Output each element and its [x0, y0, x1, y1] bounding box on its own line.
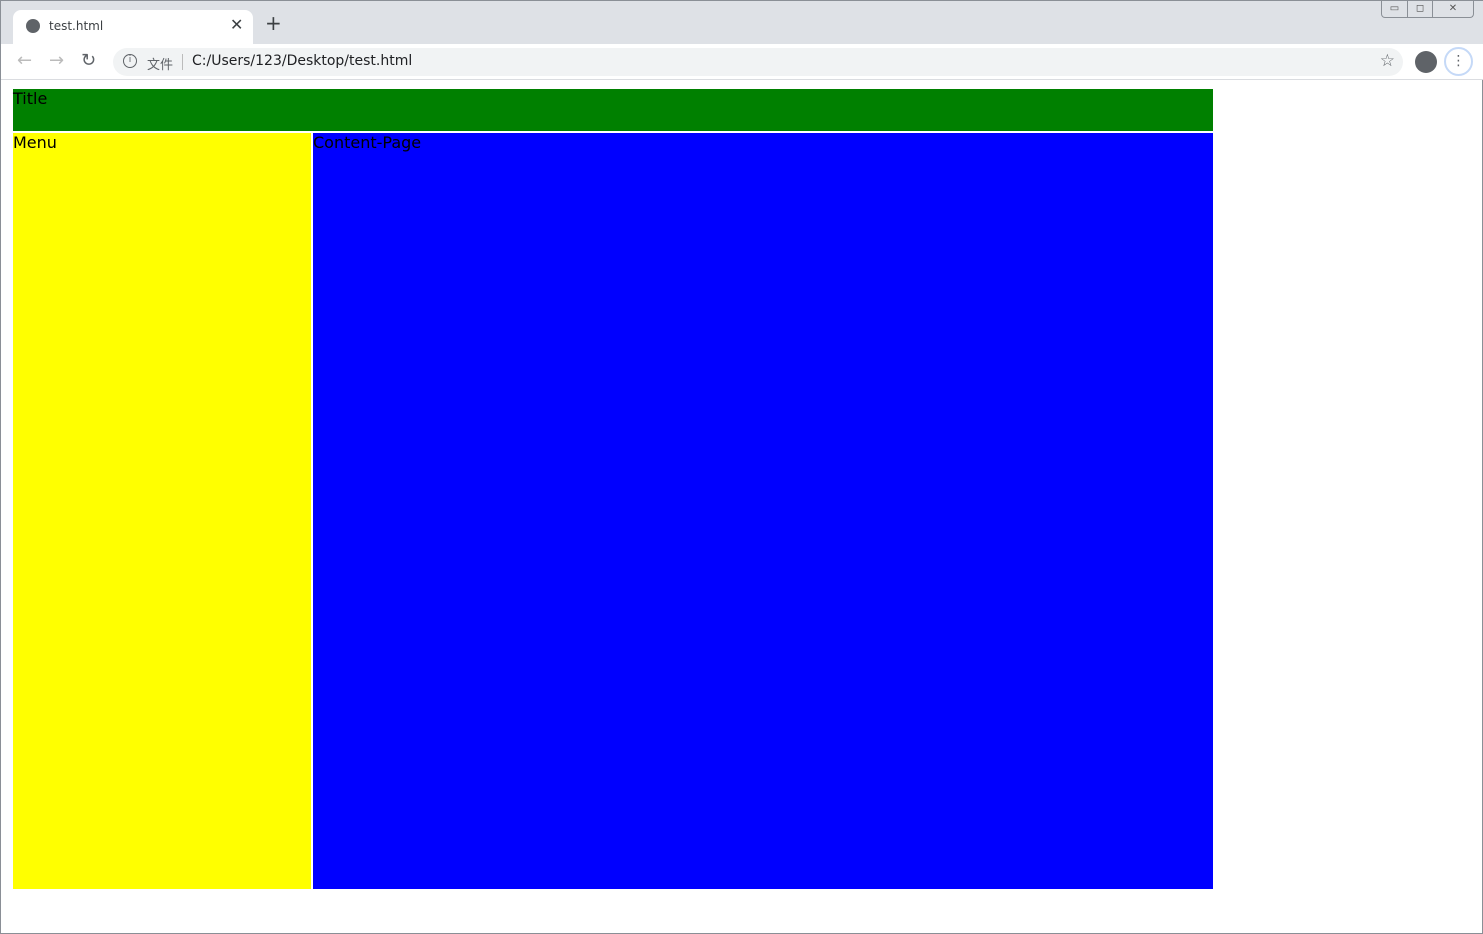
page-content: Content-Page — [313, 133, 1213, 889]
restore-button[interactable]: ◻ — [1407, 1, 1432, 17]
reload-icon[interactable]: ↻ — [81, 50, 96, 71]
profile-icon[interactable] — [1415, 51, 1437, 73]
url-text[interactable]: C:/Users/123/Desktop/test.html — [192, 53, 412, 69]
close-tab-icon[interactable]: ✕ — [230, 15, 243, 34]
page-menu: Menu — [13, 133, 311, 889]
new-tab-button[interactable]: + — [265, 13, 282, 33]
security-label: 文件 — [147, 58, 174, 73]
close-window-button[interactable]: ✕ — [1432, 1, 1473, 17]
minimize-button[interactable]: ▭ — [1382, 1, 1407, 17]
address-bar[interactable]: i 文件 C:/Users/123/Desktop/test.html ☆ — [113, 48, 1403, 76]
back-icon[interactable]: ← — [17, 50, 32, 71]
tab-test-html[interactable]: test.html ✕ — [13, 10, 253, 44]
star-icon[interactable]: ☆ — [1380, 51, 1395, 71]
tab-title: test.html — [49, 19, 104, 33]
globe-icon — [26, 19, 40, 33]
divider — [182, 54, 183, 70]
info-icon[interactable]: i — [123, 54, 137, 68]
page-header: Title — [13, 89, 1213, 131]
tab-strip: test.html ✕ + ▭ ◻ ✕ — [1, 1, 1483, 44]
window-controls: ▭ ◻ ✕ — [1381, 1, 1474, 18]
browser-toolbar: ← → ↻ i 文件 C:/Users/123/Desktop/test.htm… — [1, 44, 1483, 80]
forward-icon[interactable]: → — [49, 50, 64, 71]
kebab-menu-icon[interactable]: ⋮ — [1444, 47, 1473, 76]
